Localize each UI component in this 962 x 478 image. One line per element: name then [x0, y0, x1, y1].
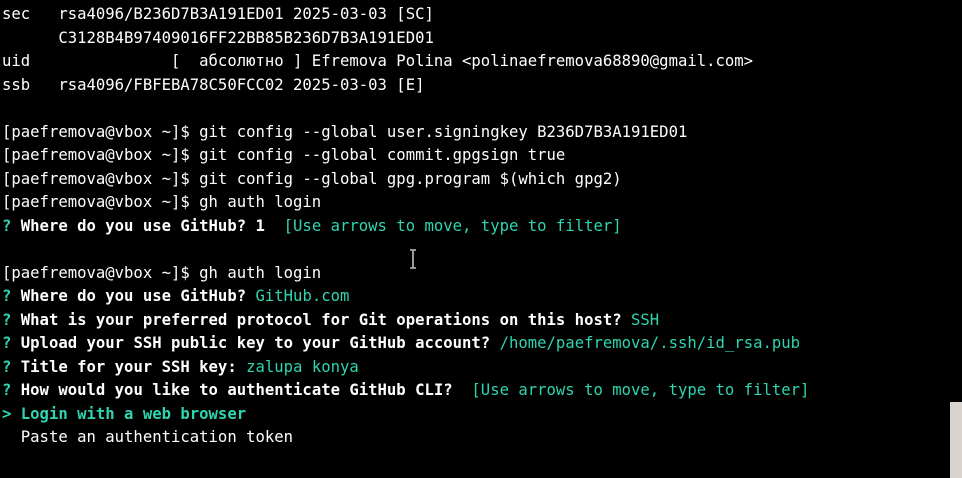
question-mark: ?	[2, 216, 12, 235]
question-answer: SSH	[631, 310, 660, 329]
question-text: How would you like to authenticate GitHu…	[11, 381, 463, 399]
question-mark: ?	[2, 287, 12, 305]
gpg-ssb-line: ssb rsa4096/FBFEBA78C50FCC02 2025-03-03 …	[2, 75, 425, 94]
prompt-question-line: ? Upload your SSH public key to your Git…	[2, 332, 962, 356]
question-mark: ?	[2, 381, 12, 399]
gpg-sec-line: sec rsa4096/B236D7B3A191ED01 2025-03-03 …	[2, 5, 434, 23]
question-answer: /home/paefremova/.ssh/id_rsa.pub	[499, 334, 801, 352]
command-line: [paefremova@vbox ~]$ gh auth login	[2, 263, 322, 282]
prompt-question-line: ? Where do you use GitHub? GitHub.com	[2, 285, 962, 309]
question-text: Title for your SSH key:	[11, 357, 247, 376]
question-text: Upload your SSH public key to your GitHu…	[11, 334, 500, 352]
question-answer: GitHub.com	[255, 287, 350, 305]
i-beam-cursor-icon	[410, 249, 416, 269]
option-web-browser[interactable]: > Login with a web browser	[2, 403, 962, 427]
question-mark: ?	[2, 357, 12, 376]
gpg-fingerprint-line: C3128B4B97409016FF22BB85B236D7B3A191ED01	[2, 28, 434, 47]
option-auth-token[interactable]: Paste an authentication token	[2, 426, 962, 450]
scrollbar-thumb[interactable]	[950, 402, 962, 478]
gpg-uid-line: uid [ абсолютно ] Efremova Polina <polin…	[2, 52, 754, 70]
prompt-question-line: ? How would you like to authenticate Git…	[2, 379, 962, 403]
prompt-question-line: ? Title for your SSH key: zalupa konya	[2, 356, 962, 380]
question-hint: [Use arrows to move, type to filter]	[462, 381, 810, 399]
question-answer: zalupa konya	[246, 357, 359, 376]
command-line: [paefremova@vbox ~]$ gh auth login	[2, 193, 322, 211]
terminal-window[interactable]: sec rsa4096/B236D7B3A191ED01 2025-03-03 …	[0, 0, 962, 478]
command-line: [paefremova@vbox ~]$ git config --global…	[2, 146, 566, 164]
prompt-question-line: ? Where do you use GitHub? 1 [Use arrows…	[2, 215, 962, 239]
question-text: Where do you use GitHub? 1	[11, 216, 275, 235]
command-line: [paefremova@vbox ~]$ git config --global…	[2, 122, 688, 141]
question-mark: ?	[2, 334, 12, 352]
question-mark: ?	[2, 310, 12, 329]
command-line: [paefremova@vbox ~]$ git config --global…	[2, 169, 622, 188]
question-text: What is your preferred protocol for Git …	[11, 310, 632, 329]
question-hint: [Use arrows to move, type to filter]	[274, 216, 622, 235]
prompt-question-line: ? What is your preferred protocol for Gi…	[2, 309, 962, 333]
question-text: Where do you use GitHub?	[11, 287, 256, 305]
